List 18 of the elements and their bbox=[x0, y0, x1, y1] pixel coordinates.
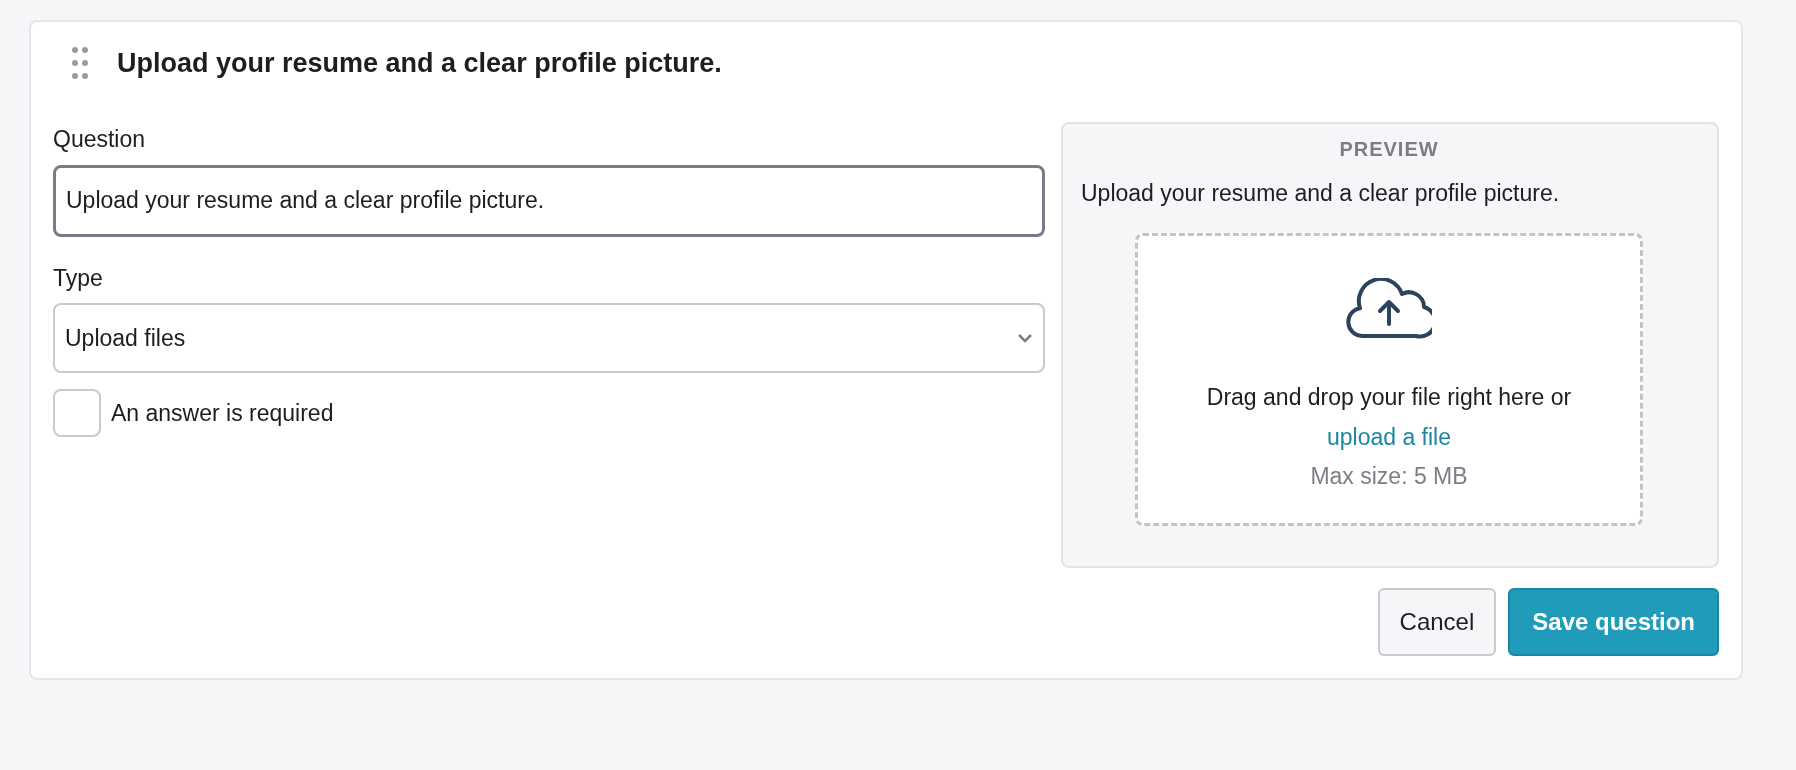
type-value: Upload files bbox=[65, 323, 186, 353]
type-select[interactable]: Upload files bbox=[53, 303, 1045, 373]
preview-heading: PREVIEW bbox=[1338, 137, 1440, 162]
cancel-button[interactable]: Cancel bbox=[1377, 588, 1497, 656]
required-label: An answer is required bbox=[111, 398, 334, 428]
upload-file-link[interactable]: upload a file bbox=[1326, 420, 1451, 455]
file-dropzone[interactable]: Drag and drop your file right here or upload a file Max size: 5 MB bbox=[1135, 232, 1643, 526]
cloud-upload-icon bbox=[1346, 277, 1432, 340]
question-title: Upload your resume and a clear profile picture. bbox=[117, 46, 722, 80]
max-size-text: Max size: 5 MB bbox=[1310, 461, 1468, 491]
chevron-down-icon bbox=[1017, 333, 1033, 343]
dropzone-instructions: Drag and drop your file right here or bbox=[1206, 382, 1572, 412]
question-label: Question bbox=[53, 125, 147, 154]
question-input[interactable]: Upload your resume and a clear profile picture. bbox=[53, 164, 1045, 237]
required-checkbox[interactable] bbox=[53, 389, 101, 437]
drag-handle-icon[interactable] bbox=[71, 46, 89, 80]
preview-question: Upload your resume and a clear profile picture. bbox=[1081, 179, 1561, 208]
type-label: Type bbox=[53, 263, 104, 293]
